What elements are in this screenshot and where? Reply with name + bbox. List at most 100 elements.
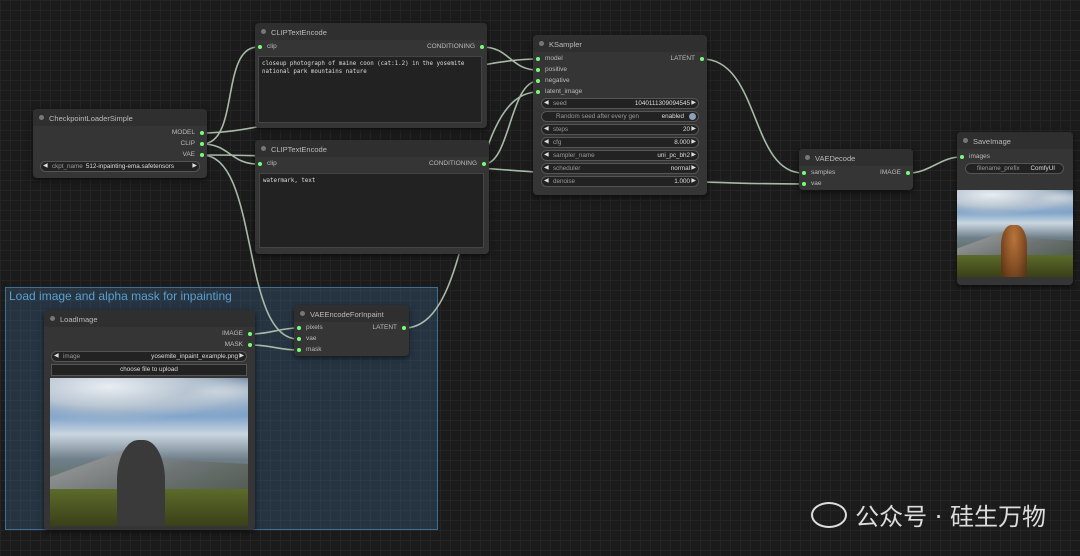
collapse-dot-icon[interactable] [261, 29, 266, 34]
node-title: KSampler [549, 40, 582, 49]
output-image[interactable]: IMAGE [880, 169, 910, 177]
input-positive[interactable]: positive [536, 66, 567, 74]
collapse-dot-icon[interactable] [39, 115, 44, 120]
collapse-dot-icon[interactable] [963, 138, 968, 143]
node-header[interactable]: SaveImage [957, 132, 1073, 149]
widget-value: 1040111309094545 [634, 100, 690, 107]
node-title: VAEEncodeForInpaint [310, 310, 384, 319]
prompt-textarea[interactable]: watermark, text [259, 173, 484, 248]
node-header[interactable]: CLIPTextEncode [255, 140, 489, 157]
collapse-dot-icon[interactable] [539, 41, 544, 46]
widget-label: Random seed after every gen [556, 113, 639, 120]
upload-button[interactable]: choose file to upload [51, 364, 247, 376]
input-latent-image[interactable]: latent_image [536, 88, 582, 96]
node-title: SaveImage [973, 137, 1011, 146]
wire-pixels [250, 327, 299, 335]
denoise-widget[interactable]: denoise 1.000 [541, 176, 699, 187]
input-negative[interactable]: negative [536, 77, 570, 85]
vae-decode-node[interactable]: VAEDecode samples vae IMAGE [799, 149, 913, 190]
cat-figure [1001, 224, 1027, 277]
output-mask[interactable]: MASK [225, 341, 253, 349]
sampler-name-widget[interactable]: sampler_name uni_pc_bh2 [541, 150, 699, 161]
input-model[interactable]: model [536, 55, 563, 63]
collapse-dot-icon[interactable] [261, 146, 266, 151]
scheduler-widget[interactable]: scheduler normal [541, 163, 699, 174]
widget-label: cfg [553, 139, 562, 146]
wire-latent-out [701, 58, 804, 174]
node-header[interactable]: LoadImage [44, 310, 255, 327]
output-conditioning[interactable]: CONDITIONING [427, 43, 485, 51]
wechat-icon [811, 501, 848, 528]
widget-value: normal [670, 165, 690, 172]
input-pixels[interactable]: pixels [297, 324, 323, 332]
widget-label: denoise [553, 178, 576, 185]
widget-value: 20 [682, 126, 690, 133]
save-image-node[interactable]: SaveImage images filename_prefix ComfyUI [957, 132, 1073, 285]
node-title: LoadImage [60, 315, 98, 324]
image-select-widget[interactable]: image yosemite_inpaint_example.png [51, 351, 247, 362]
collapse-dot-icon[interactable] [50, 316, 55, 321]
widget-value: 512-inpainting-ema.safetensors [85, 163, 175, 170]
wire-clip-2 [201, 143, 259, 165]
cfg-widget[interactable]: cfg 8.000 [541, 137, 699, 148]
load-image-node[interactable]: LoadImage IMAGE MASK image yosemite_inpai… [44, 310, 255, 530]
clip-text-encode-positive-node[interactable]: CLIPTextEncode clip CONDITIONING closeup… [255, 23, 487, 128]
mask-region [117, 440, 165, 526]
widget-value: 1.000 [674, 178, 690, 185]
node-header[interactable]: CLIPTextEncode [255, 23, 487, 40]
prompt-textarea[interactable]: closeup photograph of maine coon (cat:1.… [258, 56, 482, 123]
node-title: CLIPTextEncode [271, 145, 327, 154]
input-vae[interactable]: vae [297, 335, 316, 343]
node-header[interactable]: CheckpointLoaderSimple [33, 109, 207, 126]
seed-widget[interactable]: seed 1040111309094545 [541, 98, 699, 109]
input-mask[interactable]: mask [297, 346, 322, 354]
widget-value: uni_pc_bh2 [657, 152, 690, 159]
output-image-preview[interactable] [957, 190, 1073, 277]
widget-value: 8.000 [674, 139, 690, 146]
output-latent[interactable]: LATENT [671, 55, 705, 63]
widget-label: ckpt_name [52, 163, 83, 170]
watermark-text: 公众号 · 硅生万物 [855, 503, 1046, 531]
toggle-knob-icon [689, 113, 696, 120]
output-clip[interactable]: CLIP [181, 140, 205, 148]
widget-value: yosemite_inpaint_example.png [151, 353, 238, 360]
collapse-dot-icon[interactable] [805, 155, 810, 160]
steps-widget[interactable]: steps 20 [541, 124, 699, 135]
output-conditioning[interactable]: CONDITIONING [429, 160, 487, 168]
input-image-preview[interactable] [50, 378, 248, 526]
node-header[interactable]: VAEEncodeForInpaint [294, 305, 409, 322]
watermark: 公众号 · 硅生万物 [811, 497, 1046, 532]
clip-text-encode-negative-node[interactable]: CLIPTextEncode clip CONDITIONING waterma… [255, 140, 489, 254]
widget-label: scheduler [553, 165, 581, 172]
wire-mask [250, 344, 299, 351]
widget-label: sampler_name [553, 152, 595, 159]
collapse-dot-icon[interactable] [300, 311, 305, 316]
output-image[interactable]: IMAGE [222, 330, 252, 338]
widget-label: seed [553, 100, 567, 107]
widget-label: steps [553, 126, 569, 133]
node-title: CLIPTextEncode [271, 28, 327, 37]
input-clip[interactable]: clip [258, 160, 277, 168]
node-header[interactable]: KSampler [533, 35, 707, 52]
input-samples[interactable]: samples [802, 169, 835, 177]
input-vae[interactable]: vae [802, 180, 821, 188]
output-latent[interactable]: LATENT [373, 324, 407, 332]
output-vae[interactable]: VAE [182, 151, 204, 159]
widget-label: filename_prefix [977, 165, 1020, 172]
vae-encode-for-inpaint-node[interactable]: VAEEncodeForInpaint pixels vae mask LATE… [294, 305, 409, 356]
ksampler-node[interactable]: KSampler model positive negative latent_… [533, 35, 707, 195]
wire-clip-1 [201, 46, 259, 145]
node-header[interactable]: VAEDecode [799, 149, 913, 166]
output-model[interactable]: MODEL [172, 129, 205, 137]
widget-value: enabled [661, 113, 684, 120]
ckpt-name-widget[interactable]: ckpt_name512-inpainting-ema.safetensors [40, 161, 200, 172]
input-clip[interactable]: clip [258, 43, 277, 51]
input-images[interactable]: images [960, 153, 990, 161]
widget-value: ComfyUI [1030, 165, 1056, 172]
node-title: CheckpointLoaderSimple [49, 114, 133, 123]
checkpoint-loader-node[interactable]: CheckpointLoaderSimple MODEL CLIP VAE ck… [33, 109, 207, 178]
node-title: VAEDecode [815, 154, 856, 163]
wire-image-save [907, 156, 962, 174]
random-seed-toggle[interactable]: Random seed after every gen enabled [541, 111, 699, 122]
filename-prefix-widget[interactable]: filename_prefix ComfyUI [965, 163, 1064, 174]
